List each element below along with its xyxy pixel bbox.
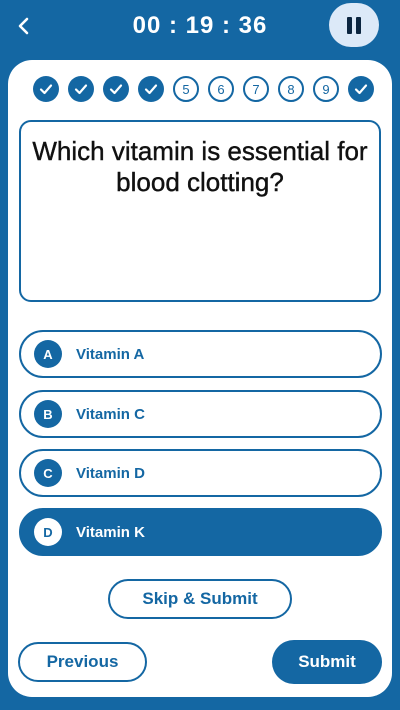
option-b[interactable]: B Vitamin C [19, 390, 382, 438]
progress-step-pending[interactable]: 6 [208, 76, 234, 102]
option-c[interactable]: C Vitamin D [19, 449, 382, 497]
progress-step-completed[interactable] [33, 76, 59, 102]
progress-step-completed[interactable] [348, 76, 374, 102]
option-label: Vitamin K [76, 523, 145, 541]
progress-step-pending[interactable]: 9 [313, 76, 339, 102]
option-label: Vitamin A [76, 345, 145, 363]
previous-button[interactable]: Previous [18, 642, 147, 682]
skip-submit-button[interactable]: Skip & Submit [108, 579, 292, 619]
option-label: Vitamin C [76, 405, 145, 423]
quiz-card: 56789 Which vitamin is essential for blo… [8, 60, 392, 697]
check-icon [144, 84, 158, 95]
option-a[interactable]: A Vitamin A [19, 330, 382, 378]
progress-step-completed[interactable] [68, 76, 94, 102]
check-icon [74, 84, 88, 95]
check-icon [354, 84, 368, 95]
option-letter: D [34, 518, 62, 546]
progress-step-pending[interactable]: 5 [173, 76, 199, 102]
option-letter: B [34, 400, 62, 428]
question-box: Which vitamin is essential for blood clo… [19, 120, 381, 302]
option-letter: C [34, 459, 62, 487]
top-bar: 00 : 19 : 36 [0, 0, 400, 56]
progress-step-completed[interactable] [103, 76, 129, 102]
submit-button[interactable]: Submit [272, 640, 382, 684]
option-d[interactable]: D Vitamin K [19, 508, 382, 556]
progress-step-pending[interactable]: 7 [243, 76, 269, 102]
check-icon [109, 84, 123, 95]
check-icon [39, 84, 53, 95]
progress-step-completed[interactable] [138, 76, 164, 102]
question-progress: 56789 [33, 76, 374, 102]
option-letter: A [34, 340, 62, 368]
progress-step-pending[interactable]: 8 [278, 76, 304, 102]
pause-button[interactable] [329, 3, 379, 47]
option-label: Vitamin D [76, 464, 145, 482]
question-text: Which vitamin is essential for blood clo… [32, 136, 368, 197]
pause-icon [345, 16, 363, 34]
